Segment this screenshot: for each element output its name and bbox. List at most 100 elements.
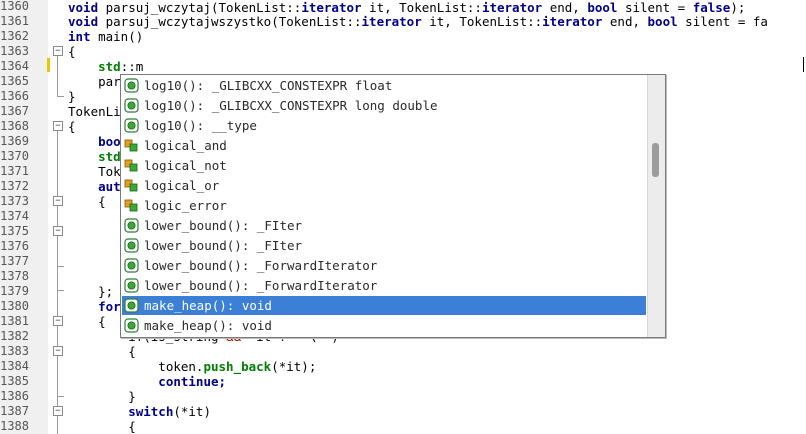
- scrollbar-thumb[interactable]: [652, 143, 659, 177]
- fold-toggle-icon[interactable]: −: [53, 316, 63, 326]
- line-number: 1387: [0, 404, 29, 418]
- text-caret: [803, 57, 804, 72]
- code-line-1366: }: [68, 89, 76, 104]
- function-icon: [124, 258, 139, 273]
- fold-toggle-icon[interactable]: −: [53, 196, 63, 206]
- function-icon: [124, 78, 139, 93]
- line-number: 1369: [0, 134, 29, 148]
- fold-toggle-icon[interactable]: −: [53, 121, 63, 131]
- code-line-1361: void parsuj_wczytajwszystko(TokenList::i…: [68, 14, 768, 29]
- function-icon: [124, 238, 139, 253]
- autocomplete-item[interactable]: lower_bound(): _ForwardIterator: [122, 276, 646, 295]
- line-number: 1364: [0, 59, 29, 73]
- function-icon: [124, 218, 139, 233]
- autocomplete-popup[interactable]: log10(): _GLIBCXX_CONSTEXPR float log10()…: [120, 74, 666, 338]
- fold-end-marker: [57, 396, 64, 397]
- fold-toggle-icon[interactable]: −: [53, 406, 63, 416]
- code-line-1363: {: [68, 44, 76, 59]
- code-line-1385: continue;: [68, 374, 227, 389]
- autocomplete-item-label: make_heap(): void: [144, 298, 272, 313]
- code-line-1383: {: [68, 344, 136, 359]
- autocomplete-item[interactable]: make_heap(): void: [122, 296, 646, 315]
- autocomplete-item-label: logical_not: [144, 158, 227, 173]
- line-number: 1378: [0, 269, 29, 283]
- line-number: 1363: [0, 44, 29, 58]
- autocomplete-scrollbar[interactable]: [647, 75, 665, 337]
- autocomplete-item-label: lower_bound(): _ForwardIterator: [144, 258, 378, 273]
- code-line-1371: Tok: [68, 164, 121, 179]
- autocomplete-item[interactable]: logic_error: [122, 196, 646, 215]
- line-number: 1370: [0, 149, 29, 163]
- code-line-1372: aut: [68, 179, 121, 194]
- class-icon: [124, 199, 138, 212]
- autocomplete-item[interactable]: logical_and: [122, 136, 646, 155]
- line-number: 1385: [0, 374, 29, 388]
- autocomplete-item[interactable]: log10(): __type: [122, 116, 646, 135]
- fold-toggle-icon[interactable]: −: [53, 226, 63, 236]
- line-number: 1371: [0, 164, 29, 178]
- fold-end-marker: [57, 96, 64, 97]
- line-number: 1366: [0, 89, 29, 103]
- fold-guide: [57, 56, 58, 96]
- autocomplete-item[interactable]: lower_bound(): _FIter: [122, 216, 646, 235]
- autocomplete-item-label: logic_error: [144, 198, 227, 213]
- fold-end-marker: [57, 290, 64, 291]
- code-line-1384: token.push_back(*it);: [68, 359, 317, 374]
- line-number: 1386: [0, 389, 29, 403]
- code-line-1369: boo: [68, 134, 121, 149]
- autocomplete-item[interactable]: make_heap(): void: [122, 316, 646, 335]
- autocomplete-item-label: log10(): __type: [144, 118, 257, 133]
- line-number: 1372: [0, 179, 29, 193]
- autocomplete-item-label: logical_and: [144, 138, 227, 153]
- line-number: 1360: [0, 0, 29, 13]
- autocomplete-item-label: logical_or: [144, 178, 220, 193]
- code-line-1386: }: [68, 389, 136, 404]
- line-number: 1373: [0, 194, 29, 208]
- code-line-1362: int main(): [68, 29, 144, 44]
- code-line-1379: };: [68, 284, 114, 299]
- line-number: 1384: [0, 359, 29, 373]
- autocomplete-item-label: make_heap(): void: [144, 318, 272, 333]
- class-icon: [124, 159, 138, 172]
- class-icon: [124, 179, 138, 192]
- function-icon: [124, 118, 139, 133]
- code-line-1380: for: [68, 299, 121, 314]
- autocomplete-item[interactable]: logical_not: [122, 156, 646, 175]
- line-number: 1381: [0, 314, 29, 328]
- line-number: 1383: [0, 344, 29, 358]
- code-line-1370: std: [68, 149, 121, 164]
- line-number: 1374: [0, 209, 29, 223]
- fold-guide: [57, 326, 58, 434]
- fold-toggle-icon[interactable]: −: [53, 46, 63, 56]
- fold-end-marker: [57, 266, 64, 267]
- code-line-1373: {: [68, 194, 106, 209]
- line-number: 1379: [0, 284, 29, 298]
- function-icon: [124, 278, 139, 293]
- fold-guide: [57, 236, 58, 266]
- autocomplete-item-label: lower_bound(): _FIter: [144, 218, 303, 233]
- code-line-1365: par: [68, 74, 121, 89]
- modified-line-marker: [47, 58, 50, 72]
- autocomplete-item[interactable]: log10(): _GLIBCXX_CONSTEXPR long double: [122, 96, 646, 115]
- autocomplete-item[interactable]: log10(): _GLIBCXX_CONSTEXPR float: [122, 76, 646, 95]
- code-line-1364: std::m: [68, 59, 144, 74]
- code-line-1368: {: [68, 119, 76, 134]
- autocomplete-item-label: lower_bound(): _ForwardIterator: [144, 278, 378, 293]
- line-number: 1368: [0, 119, 29, 133]
- autocomplete-item-label: log10(): _GLIBCXX_CONSTEXPR float: [144, 78, 393, 93]
- autocomplete-item-label: log10(): _GLIBCXX_CONSTEXPR long double: [144, 98, 438, 113]
- code-line-1381: {: [68, 314, 106, 329]
- autocomplete-item-label: lower_bound(): _FIter: [144, 238, 303, 253]
- line-number: 1388: [0, 419, 29, 433]
- autocomplete-item[interactable]: logical_or: [122, 176, 646, 195]
- code-line-1387: switch(*it): [68, 404, 211, 419]
- function-icon: [124, 98, 139, 113]
- line-number: 1376: [0, 239, 29, 253]
- code-line-1360: void parsuj_wczytaj(TokenList::iterator …: [68, 0, 746, 15]
- line-number: 1380: [0, 299, 29, 313]
- fold-toggle-icon[interactable]: −: [53, 346, 63, 356]
- autocomplete-item[interactable]: lower_bound(): _ForwardIterator: [122, 256, 646, 275]
- function-icon: [124, 298, 139, 313]
- autocomplete-item[interactable]: lower_bound(): _FIter: [122, 236, 646, 255]
- line-number: 1375: [0, 224, 29, 238]
